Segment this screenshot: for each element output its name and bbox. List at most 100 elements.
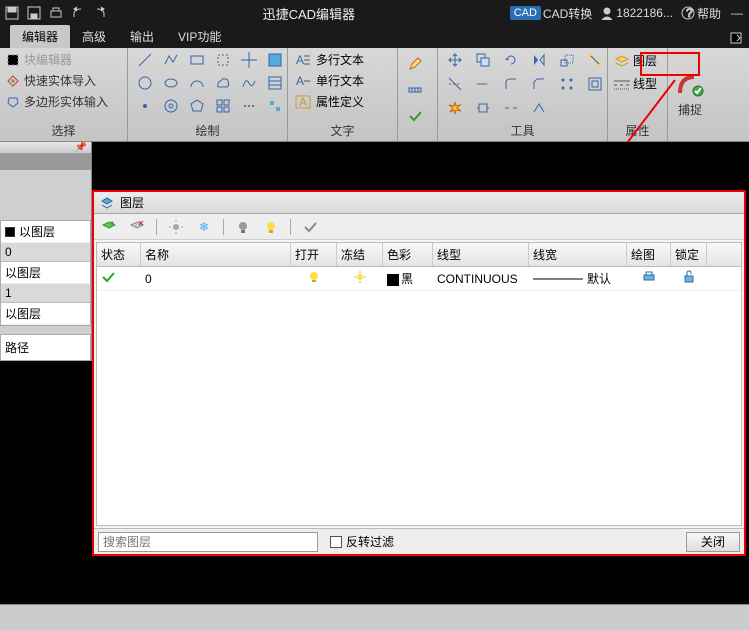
left-dock: 📌 以图层 0 以图层 1 以图层 路径 [0, 142, 92, 361]
list-item[interactable]: 0 [1, 243, 90, 262]
col-open[interactable]: 打开 [291, 243, 337, 266]
move-icon[interactable] [444, 50, 466, 70]
polyline-icon[interactable] [160, 50, 182, 70]
new-layer-icon[interactable] [100, 218, 118, 236]
invert-filter-check[interactable]: 反转过滤 [330, 533, 394, 550]
more1-icon[interactable] [238, 96, 260, 116]
spline-icon[interactable] [238, 73, 260, 93]
bulb-on-icon[interactable] [262, 218, 280, 236]
align-icon[interactable] [584, 50, 606, 70]
ellipse-icon[interactable] [160, 73, 182, 93]
circle-icon[interactable] [134, 73, 156, 93]
rect2-icon[interactable] [212, 50, 234, 70]
svg-text:A: A [299, 95, 307, 109]
col-plot[interactable]: 绘图 [627, 243, 671, 266]
col-freeze[interactable]: 冻结 [337, 243, 383, 266]
arc-icon[interactable] [186, 73, 208, 93]
col-ltype[interactable]: 线型 [433, 243, 529, 266]
join-icon[interactable] [528, 98, 550, 118]
singleline-text-button[interactable]: A单行文本 [294, 71, 391, 90]
col-name[interactable]: 名称 [141, 243, 291, 266]
snowflake-icon[interactable]: ❄ [195, 218, 213, 236]
explode-icon[interactable] [444, 98, 466, 118]
save-as-icon[interactable] [26, 5, 42, 21]
mirror-icon[interactable] [528, 50, 550, 70]
cell-name: 0 [141, 269, 291, 289]
donut-icon[interactable] [160, 96, 182, 116]
ribbon-expand-icon[interactable] [729, 31, 743, 48]
minimize-icon[interactable]: — [729, 5, 745, 21]
statusbar [0, 604, 749, 630]
col-status[interactable]: 状态 [97, 243, 141, 266]
quick-import-button[interactable]: 快速实体导入 [6, 71, 121, 90]
check-tool-icon[interactable] [301, 218, 319, 236]
edit-icon[interactable] [404, 54, 426, 74]
list-item[interactable]: 以图层 [1, 303, 90, 325]
measure-icon[interactable] [404, 80, 426, 100]
linetype-button[interactable]: 线型 [614, 73, 661, 94]
col-color[interactable]: 色彩 [383, 243, 433, 266]
stretch-icon[interactable] [472, 98, 494, 118]
chamfer-icon[interactable] [528, 74, 550, 94]
close-button[interactable]: 关闭 [686, 532, 740, 552]
poly-import-button[interactable]: 多边形实体输入 [6, 92, 121, 111]
tab-advanced[interactable]: 高级 [70, 25, 118, 48]
rotate-icon[interactable] [500, 50, 522, 70]
cad-convert-button[interactable]: CADCAD转换 [510, 5, 593, 22]
search-input[interactable] [98, 532, 318, 552]
snap-button[interactable] [676, 71, 704, 99]
polygon-icon[interactable] [186, 96, 208, 116]
scale-icon[interactable] [556, 50, 578, 70]
xline-icon[interactable] [238, 50, 260, 70]
attr-def-button[interactable]: A属性定义 [294, 92, 391, 111]
user-button[interactable]: 1822186... [600, 6, 673, 20]
layers-table: 状态 名称 打开 冻结 色彩 线型 线宽 绘图 锁定 0 黑 CONTINUOU… [96, 242, 742, 526]
bulb-icon [308, 271, 320, 283]
titlebar: 迅捷CAD编辑器 CADCAD转换 1822186... ?帮助 — [0, 0, 749, 26]
col-lock[interactable]: 锁定 [671, 243, 707, 266]
cloud-icon[interactable] [212, 73, 234, 93]
table-row[interactable]: 0 黑 CONTINUOUS 默认 [97, 267, 741, 291]
block-editor-button[interactable]: 块编辑器 [6, 50, 121, 69]
hatch-icon[interactable] [264, 73, 286, 93]
rect-icon[interactable] [186, 50, 208, 70]
extend-icon[interactable] [472, 74, 494, 94]
save-icon[interactable] [4, 5, 20, 21]
list-item[interactable]: 以图层 [1, 221, 90, 243]
tab-output[interactable]: 输出 [118, 25, 166, 48]
ribbon-select-panel: 块编辑器 快速实体导入 多边形实体输入 选择 [0, 48, 128, 141]
sun-icon[interactable] [167, 218, 185, 236]
list-item[interactable]: 1 [1, 284, 90, 303]
point-icon[interactable] [134, 96, 156, 116]
print-icon[interactable] [48, 5, 64, 21]
pin-icon[interactable]: 📌 [75, 142, 87, 153]
redo-icon[interactable] [92, 5, 108, 21]
tab-editor[interactable]: 编辑器 [10, 25, 70, 48]
more2-icon[interactable] [264, 96, 286, 116]
tab-vip[interactable]: VIP功能 [166, 25, 233, 48]
layer-button[interactable]: 图层 [614, 50, 661, 71]
undo-icon[interactable] [70, 5, 86, 21]
svg-text:?: ? [686, 6, 693, 20]
dialog-title: 图层 [120, 194, 144, 211]
check-icon[interactable] [404, 106, 426, 126]
trim-icon[interactable] [444, 74, 466, 94]
col-lw[interactable]: 线宽 [529, 243, 627, 266]
help-button[interactable]: ?帮助 [681, 5, 721, 22]
copy-icon[interactable] [472, 50, 494, 70]
dialog-titlebar: 图层 [94, 192, 744, 214]
delete-layer-icon[interactable] [128, 218, 146, 236]
list-item[interactable]: 以图层 [1, 262, 90, 284]
bulb-off-icon[interactable] [234, 218, 252, 236]
line-icon[interactable] [134, 50, 156, 70]
array-icon[interactable] [556, 74, 578, 94]
break-icon[interactable] [500, 98, 522, 118]
fill-icon[interactable] [264, 50, 286, 70]
fillet-icon[interactable] [500, 74, 522, 94]
ribbon-tools-panel: 工具 [438, 48, 608, 141]
grid-icon[interactable] [212, 96, 234, 116]
multiline-text-button[interactable]: A多行文本 [294, 50, 391, 69]
ribbon-tabs: 编辑器 高级 输出 VIP功能 [0, 26, 749, 48]
offset-icon[interactable] [584, 74, 606, 94]
lineweight-preview [533, 277, 583, 281]
